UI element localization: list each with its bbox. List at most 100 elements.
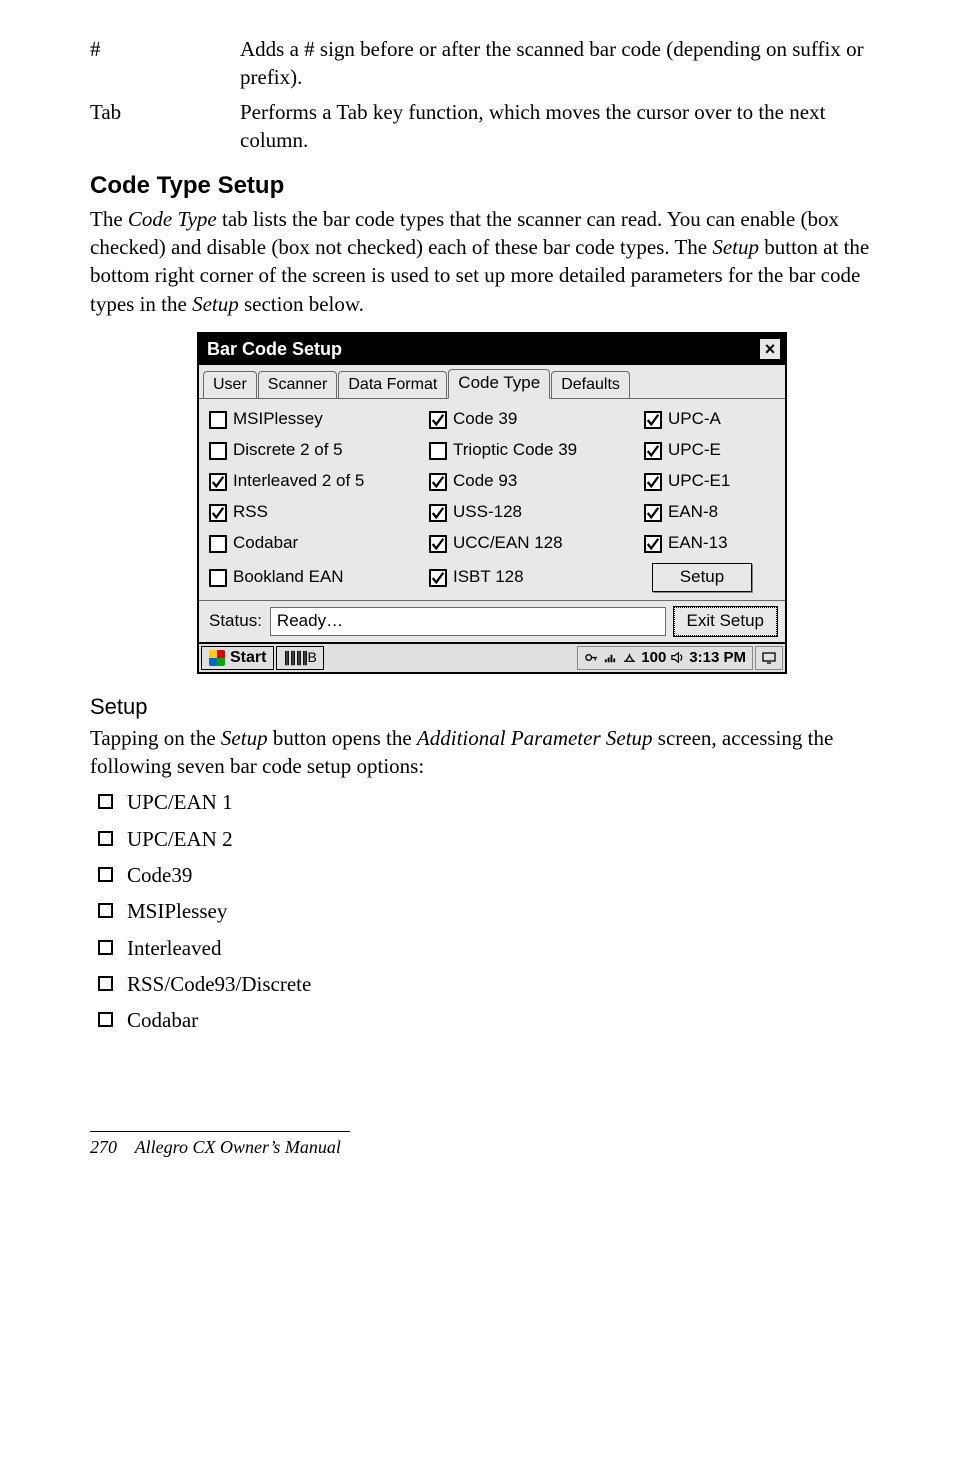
paragraph-code-type-setup: The Code Type tab lists the bar code typ…	[90, 205, 894, 318]
tab-defaults[interactable]: Defaults	[551, 371, 630, 399]
tab-scanner[interactable]: Scanner	[258, 371, 338, 399]
checkbox-checked-icon	[644, 442, 662, 460]
option-checkbox[interactable]: MSIPlessey	[209, 408, 429, 431]
italic: Code Type	[128, 207, 217, 231]
exit-setup-button[interactable]: Exit Setup	[674, 607, 778, 636]
taskbar: Start ∥∥∥∥B 100 3:13 PM	[199, 642, 785, 672]
option-label: RSS	[233, 501, 268, 524]
status-value: Ready…	[270, 607, 666, 636]
def-term: #	[90, 35, 240, 92]
tab-code-type[interactable]: Code Type	[448, 369, 550, 399]
page-footer: 270 Allegro CX Owner’s Manual	[90, 1125, 894, 1159]
tabs-row: User Scanner Data Format Code Type Defau…	[199, 365, 785, 399]
text: Tapping on the	[90, 726, 221, 750]
dialog-title: Bar Code Setup	[207, 337, 342, 361]
footer-rule	[90, 1131, 350, 1132]
checklist-item: Interleaved	[98, 934, 894, 962]
option-checkbox[interactable]: RSS	[209, 501, 429, 524]
italic: Setup	[712, 235, 759, 259]
option-label: Trioptic Code 39	[453, 439, 577, 462]
checkbox-empty-icon	[98, 867, 113, 882]
option-checkbox[interactable]: Interleaved 2 of 5	[209, 470, 429, 493]
taskbar-app-button[interactable]: ∥∥∥∥B	[276, 646, 323, 670]
footer-page-number: 270	[90, 1137, 117, 1157]
option-checkbox[interactable]: UPC-E1	[644, 470, 764, 493]
option-label: Codabar	[233, 532, 298, 555]
taskbar-app-hint: B	[307, 648, 316, 667]
checkbox-checked-icon	[429, 569, 447, 587]
checkbox-unchecked-icon	[429, 442, 447, 460]
system-tray[interactable]: 100 3:13 PM	[577, 646, 753, 670]
checkbox-checked-icon	[644, 473, 662, 491]
setup-button[interactable]: Setup	[652, 563, 752, 592]
checkbox-checked-icon	[429, 535, 447, 553]
barcode-icon: ∥∥∥∥	[283, 648, 307, 667]
dialog-titlebar: Bar Code Setup ×	[199, 334, 785, 365]
checkbox-empty-icon	[98, 940, 113, 955]
option-label: EAN-8	[668, 501, 718, 524]
checklist-item: Code39	[98, 861, 894, 889]
option-label: ISBT 128	[453, 566, 524, 589]
battery-text: 100	[641, 648, 666, 668]
desktop-icon	[761, 650, 777, 666]
option-checkbox[interactable]: Code 39	[429, 408, 644, 431]
option-checkbox[interactable]: UPC-A	[644, 408, 764, 431]
checkbox-checked-icon	[429, 504, 447, 522]
key-icon	[584, 650, 599, 665]
option-checkbox[interactable]: Bookland EAN	[209, 566, 429, 589]
checklist-label: UPC/EAN 2	[127, 825, 233, 853]
option-checkbox[interactable]: USS-128	[429, 501, 644, 524]
footer-book-title: Allegro CX Owner’s Manual	[135, 1137, 341, 1157]
paragraph-setup: Tapping on the Setup button opens the Ad…	[90, 724, 894, 781]
option-checkbox[interactable]: UPC-E	[644, 439, 764, 462]
show-desktop-button[interactable]	[755, 646, 783, 670]
status-label: Status:	[209, 610, 262, 633]
heading-code-type-setup: Code Type Setup	[90, 170, 894, 202]
checklist-item: UPC/EAN 2	[98, 825, 894, 853]
option-checkbox[interactable]: Codabar	[209, 532, 429, 555]
checkbox-empty-icon	[98, 1012, 113, 1027]
option-label: UPC-E	[668, 439, 721, 462]
def-term: Tab	[90, 98, 240, 155]
speaker-icon	[670, 650, 685, 665]
options-grid: MSIPlessey Code 39 UPC-A Discrete 2 of 5 Tri…	[209, 408, 777, 592]
start-button[interactable]: Start	[201, 646, 274, 670]
checklist-item: UPC/EAN 1	[98, 788, 894, 816]
panel-code-type: MSIPlessey Code 39 UPC-A Discrete 2 of 5 Tri…	[199, 399, 785, 600]
tab-user[interactable]: User	[203, 371, 257, 399]
clock-text: 3:13 PM	[689, 648, 746, 668]
tab-data-format[interactable]: Data Format	[338, 371, 447, 399]
option-label: Bookland EAN	[233, 566, 344, 589]
close-button[interactable]: ×	[759, 338, 781, 360]
checkbox-empty-icon	[98, 976, 113, 991]
checkbox-checked-icon	[644, 504, 662, 522]
option-label: UPC-A	[668, 408, 721, 431]
option-checkbox[interactable]: Code 93	[429, 470, 644, 493]
option-label: Discrete 2 of 5	[233, 439, 343, 462]
checkbox-checked-icon	[429, 411, 447, 429]
italic: Additional Parameter Setup	[417, 726, 653, 750]
option-checkbox[interactable]: Trioptic Code 39	[429, 439, 644, 462]
option-checkbox[interactable]: Discrete 2 of 5	[209, 439, 429, 462]
option-checkbox[interactable]: EAN-13	[644, 532, 764, 555]
close-icon: ×	[765, 340, 776, 358]
option-label: USS-128	[453, 501, 522, 524]
checklist: UPC/EAN 1UPC/EAN 2Code39MSIPlesseyInterl…	[90, 788, 894, 1034]
checklist-label: RSS/Code93/Discrete	[127, 970, 311, 998]
option-checkbox[interactable]: EAN-8	[644, 501, 764, 524]
option-checkbox[interactable]: UCC/EAN 128	[429, 532, 644, 555]
signal-icon	[603, 650, 618, 665]
option-label: EAN-13	[668, 532, 728, 555]
checkbox-unchecked-icon	[209, 569, 227, 587]
checkbox-empty-icon	[98, 903, 113, 918]
option-checkbox[interactable]: ISBT 128	[429, 566, 644, 589]
checkbox-checked-icon	[644, 535, 662, 553]
italic: Setup	[221, 726, 268, 750]
checkbox-checked-icon	[644, 411, 662, 429]
option-label: Code 39	[453, 408, 517, 431]
checklist-label: Code39	[127, 861, 192, 889]
windows-flag-icon	[209, 650, 225, 666]
screenshot-wrapper: Bar Code Setup × User Scanner Data Forma…	[90, 332, 894, 674]
option-label: UPC-E1	[668, 470, 730, 493]
checklist-label: Codabar	[127, 1006, 198, 1034]
